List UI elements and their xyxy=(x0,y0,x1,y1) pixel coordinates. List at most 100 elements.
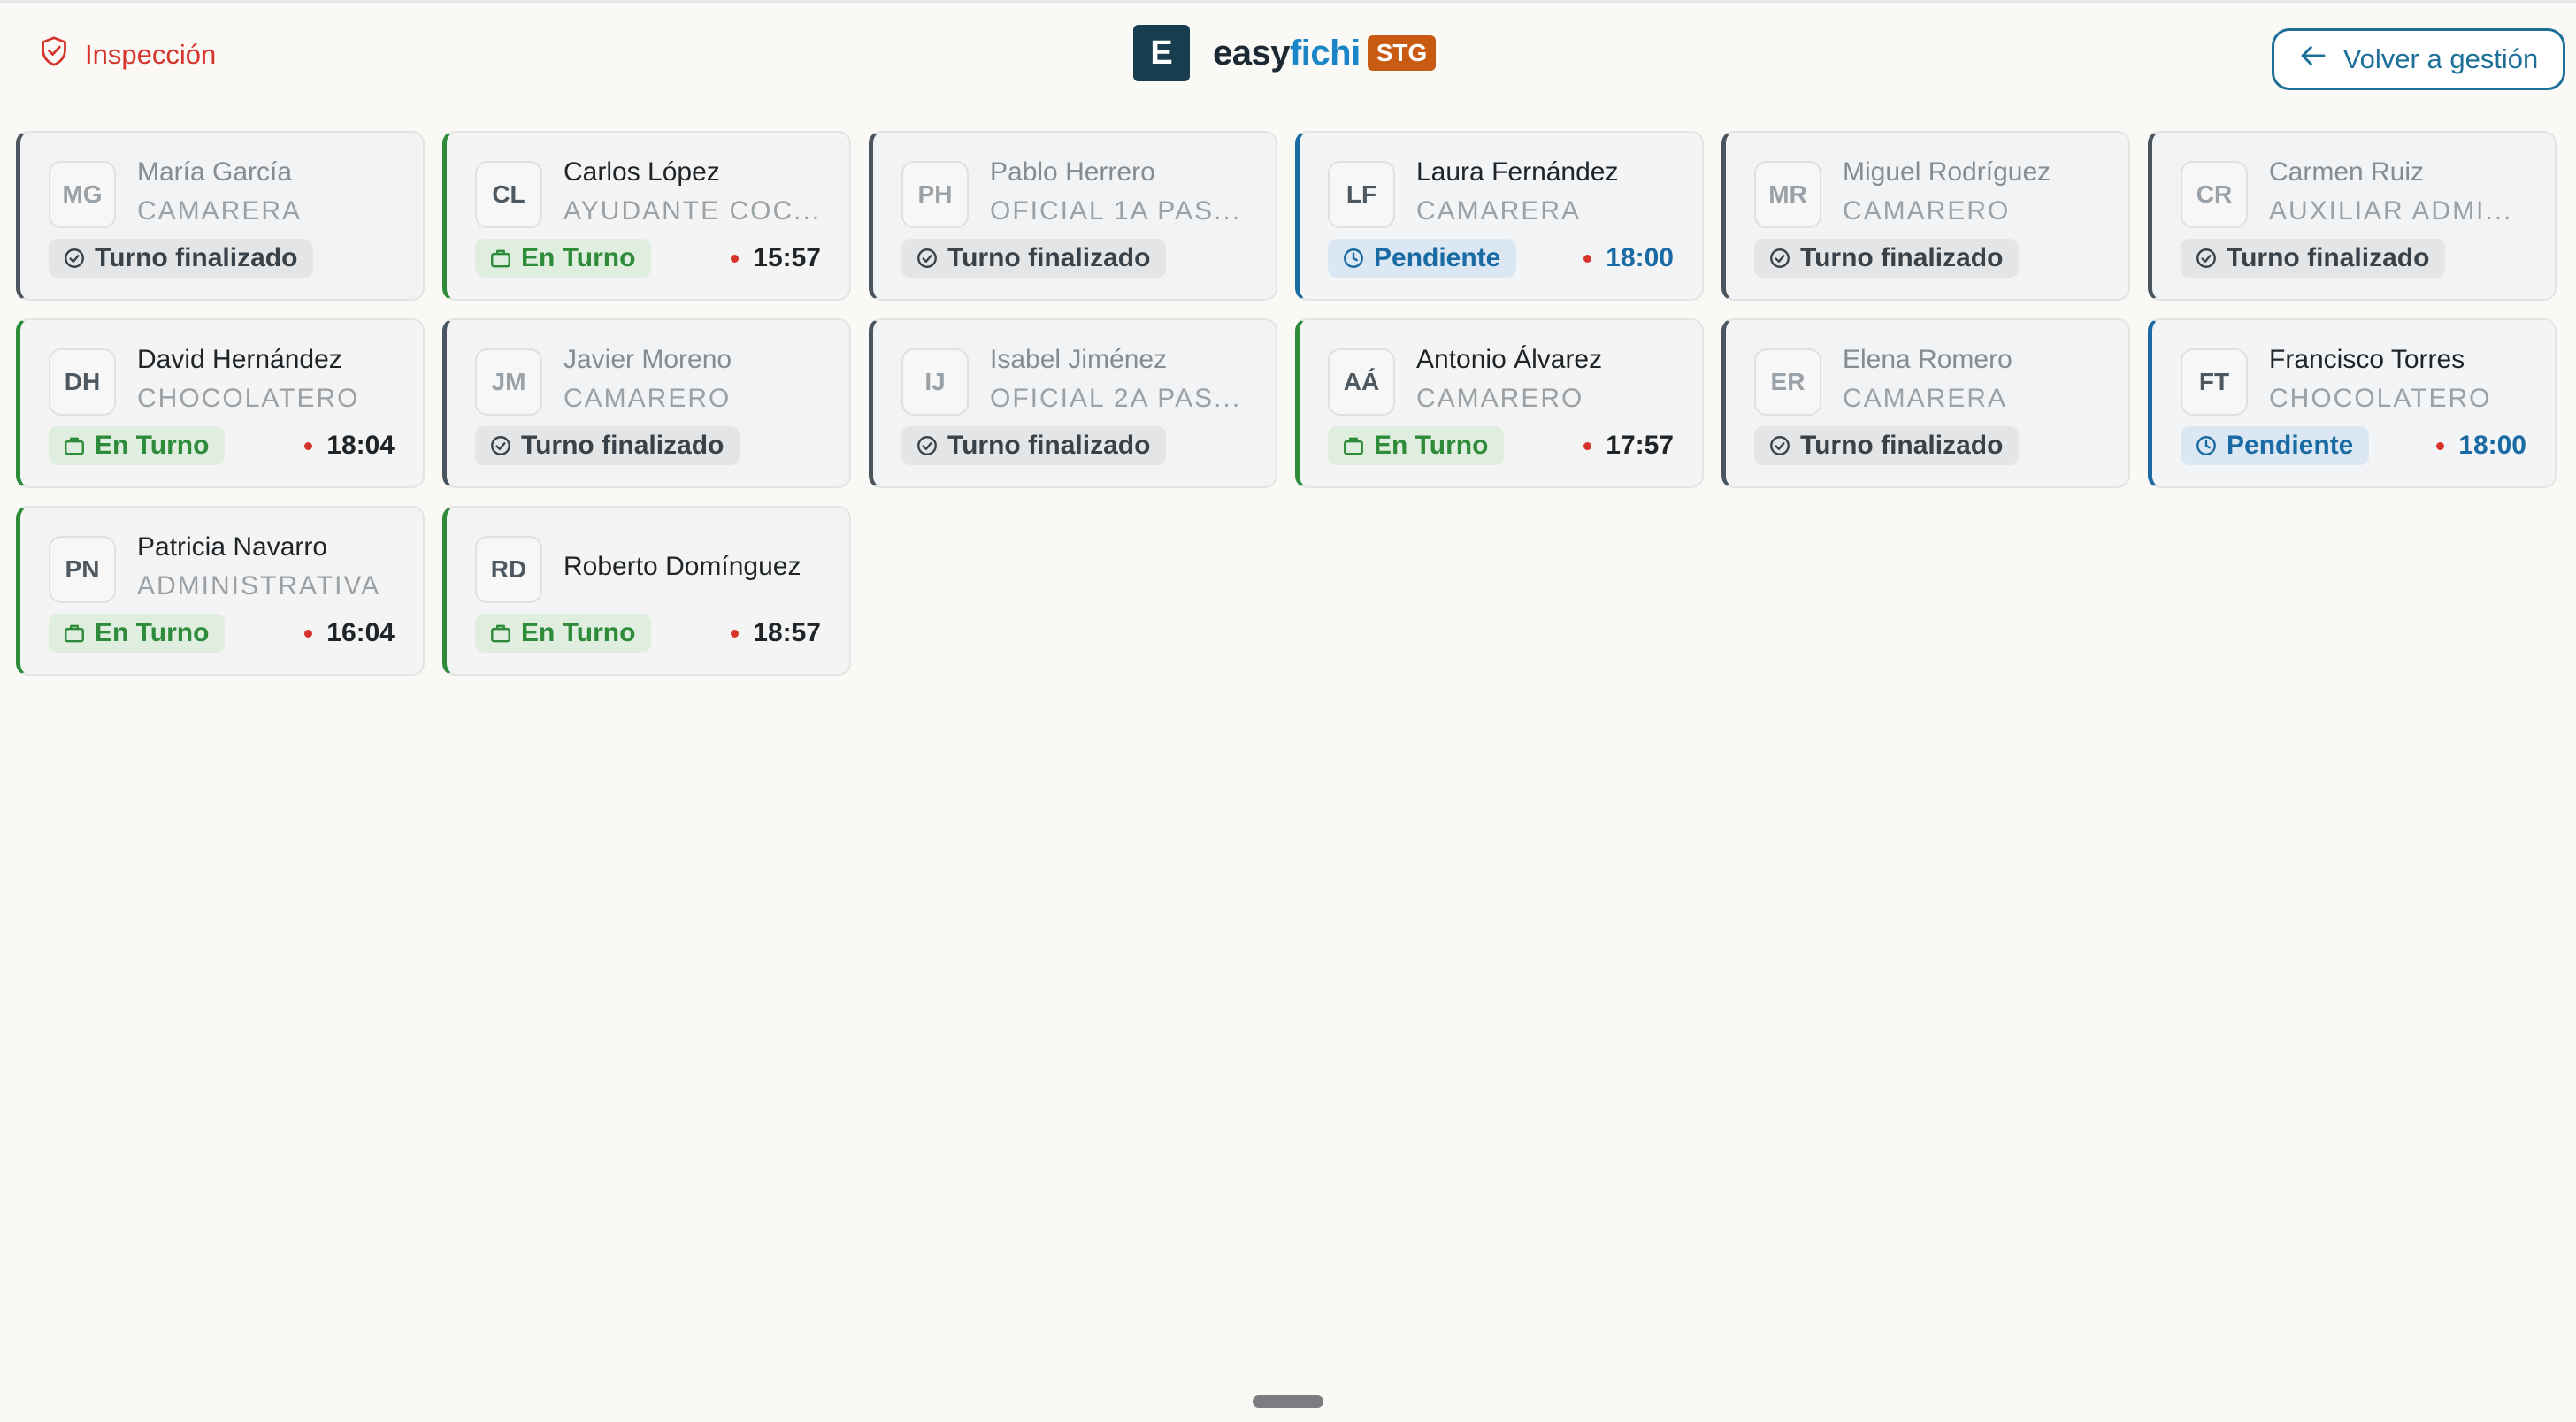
check-circle-icon xyxy=(916,247,939,270)
inspection-link[interactable]: Inspección xyxy=(39,34,216,76)
employee-card[interactable]: DH David Hernández CHOCOLATERO En Turno 18:0… xyxy=(16,318,425,488)
avatar: MR xyxy=(1754,161,1821,228)
status-badge: Pendiente xyxy=(2181,426,2370,465)
briefcase-icon xyxy=(489,622,512,645)
employee-card[interactable]: FT Francisco Torres CHOCOLATERO Pendiente 18… xyxy=(2148,318,2557,488)
shift-time-label: 18:00 xyxy=(2458,431,2526,460)
avatar: DH xyxy=(49,348,116,416)
live-dot-icon xyxy=(731,629,740,638)
check-circle-icon xyxy=(2195,247,2218,270)
status-badge: Turno finalizado xyxy=(901,426,1167,465)
status-badge: Turno finalizado xyxy=(49,239,314,278)
employee-role: OFICIAL 2A PAS... xyxy=(990,384,1242,413)
shift-time-label: 18:04 xyxy=(326,431,395,460)
employee-name: Pablo Herrero xyxy=(990,157,1155,187)
status-badge: En Turno xyxy=(475,614,652,653)
status-badge: Pendiente xyxy=(1328,239,1517,278)
employee-role: OFICIAL 1A PAS... xyxy=(990,196,1242,226)
avatar: FT xyxy=(2181,348,2248,416)
briefcase-icon xyxy=(489,247,512,270)
employee-role: CHOCOLATERO xyxy=(2269,384,2492,413)
avatar: AÁ xyxy=(1328,348,1395,416)
status-badge: Turno finalizado xyxy=(1754,239,2020,278)
employee-name: Antonio Álvarez xyxy=(1416,345,1603,374)
brand-logo-letter: E xyxy=(1150,34,1173,72)
employee-role: CAMARERO xyxy=(564,384,732,413)
avatar: CR xyxy=(2181,161,2248,228)
employee-card[interactable]: PH Pablo Herrero OFICIAL 1A PAS... Turno fi… xyxy=(869,131,1277,301)
live-dot-icon xyxy=(2436,441,2445,450)
employee-name: Carmen Ruiz xyxy=(2269,157,2425,187)
avatar: JM xyxy=(475,348,542,416)
employee-name: Isabel Jiménez xyxy=(990,345,1168,374)
avatar: PH xyxy=(901,161,969,228)
employee-name: Elena Romero xyxy=(1843,345,2012,374)
status-label: Pendiente xyxy=(2227,431,2354,460)
employee-card[interactable]: MG María García CAMARERA Turno finalizado xyxy=(16,131,425,301)
check-circle-icon xyxy=(63,247,86,270)
status-label: Turno finalizado xyxy=(95,243,298,272)
employee-card[interactable]: JM Javier Moreno CAMARERO Turno finalizado xyxy=(442,318,851,488)
status-label: En Turno xyxy=(521,618,636,647)
brand-name: easyfichi xyxy=(1213,34,1361,73)
status-badge: Turno finalizado xyxy=(475,426,740,465)
employee-role: CAMARERO xyxy=(1416,384,1584,413)
live-dot-icon xyxy=(1583,441,1592,450)
avatar: IJ xyxy=(901,348,969,416)
live-dot-icon xyxy=(1583,254,1592,263)
check-circle-icon xyxy=(1768,247,1791,270)
status-label: En Turno xyxy=(1374,431,1489,460)
employee-role: CAMARERO xyxy=(1843,196,2011,226)
status-label: Turno finalizado xyxy=(521,431,724,460)
employee-role: CAMARERA xyxy=(1843,384,2008,413)
status-label: Turno finalizado xyxy=(1800,431,2004,460)
employee-card[interactable]: CL Carlos López AYUDANTE COC... En Turno 15:… xyxy=(442,131,851,301)
check-circle-icon xyxy=(916,434,939,457)
employee-role: CAMARERA xyxy=(1416,196,1582,226)
briefcase-icon xyxy=(1342,434,1365,457)
avatar: ER xyxy=(1754,348,1821,416)
employee-card[interactable]: AÁ Antonio Álvarez CAMARERO En Turno 17:57 xyxy=(1295,318,1704,488)
shift-time-label: 15:57 xyxy=(753,243,821,272)
status-label: Turno finalizado xyxy=(947,431,1151,460)
employee-card[interactable]: ER Elena Romero CAMARERA Turno finalizado xyxy=(1721,318,2130,488)
brand-name-part2: fichi xyxy=(1289,33,1361,73)
employee-card[interactable]: LF Laura Fernández CAMARERA Pendiente 18:00 xyxy=(1295,131,1704,301)
employee-card[interactable]: PN Patricia Navarro ADMINISTRATIVA En Turno… xyxy=(16,506,425,676)
shift-time-label: 17:57 xyxy=(1606,431,1674,460)
status-badge: En Turno xyxy=(1328,426,1505,465)
shift-time: 18:00 xyxy=(1583,239,1674,278)
brand-logo-group: E easyfichi STG xyxy=(1133,23,1437,83)
shift-time: 18:04 xyxy=(304,426,395,465)
status-badge: Turno finalizado xyxy=(901,239,1167,278)
employee-card[interactable]: CR Carmen Ruiz AUXILIAR ADMI... Turno final… xyxy=(2148,131,2557,301)
live-dot-icon xyxy=(304,441,313,450)
status-badge: En Turno xyxy=(475,239,652,278)
shift-time: 18:00 xyxy=(2436,426,2526,465)
status-badge: En Turno xyxy=(49,426,226,465)
avatar: CL xyxy=(475,161,542,228)
employee-name: David Hernández xyxy=(137,345,342,374)
employee-role: AUXILIAR ADMI... xyxy=(2269,196,2513,226)
employee-card[interactable]: MR Miguel Rodríguez CAMARERO Turno finaliza… xyxy=(1721,131,2130,301)
back-to-management-button[interactable]: Volver a gestión xyxy=(2272,28,2565,90)
employee-card[interactable]: IJ Isabel Jiménez OFICIAL 2A PAS... Turno f… xyxy=(869,318,1277,488)
status-label: Turno finalizado xyxy=(2227,243,2430,272)
clock-icon xyxy=(2195,434,2218,457)
employee-card[interactable]: RD Roberto Domínguez En Turno 18:57 xyxy=(442,506,851,676)
bottom-drag-handle[interactable] xyxy=(1253,1395,1323,1408)
brand-name-part1: easy xyxy=(1213,33,1290,73)
employee-name: Francisco Torres xyxy=(2269,345,2465,374)
brand-logo-mark: E xyxy=(1133,25,1190,81)
status-label: En Turno xyxy=(521,243,636,272)
employee-name: Roberto Domínguez xyxy=(564,552,801,581)
avatar: PN xyxy=(49,536,116,603)
employee-name: Carlos López xyxy=(564,157,720,187)
shield-check-icon xyxy=(39,35,69,74)
briefcase-icon xyxy=(63,622,86,645)
check-circle-icon xyxy=(1768,434,1791,457)
employee-name: Javier Moreno xyxy=(564,345,732,374)
clock-icon xyxy=(1342,247,1365,270)
live-dot-icon xyxy=(304,629,313,638)
status-label: Pendiente xyxy=(1374,243,1501,272)
